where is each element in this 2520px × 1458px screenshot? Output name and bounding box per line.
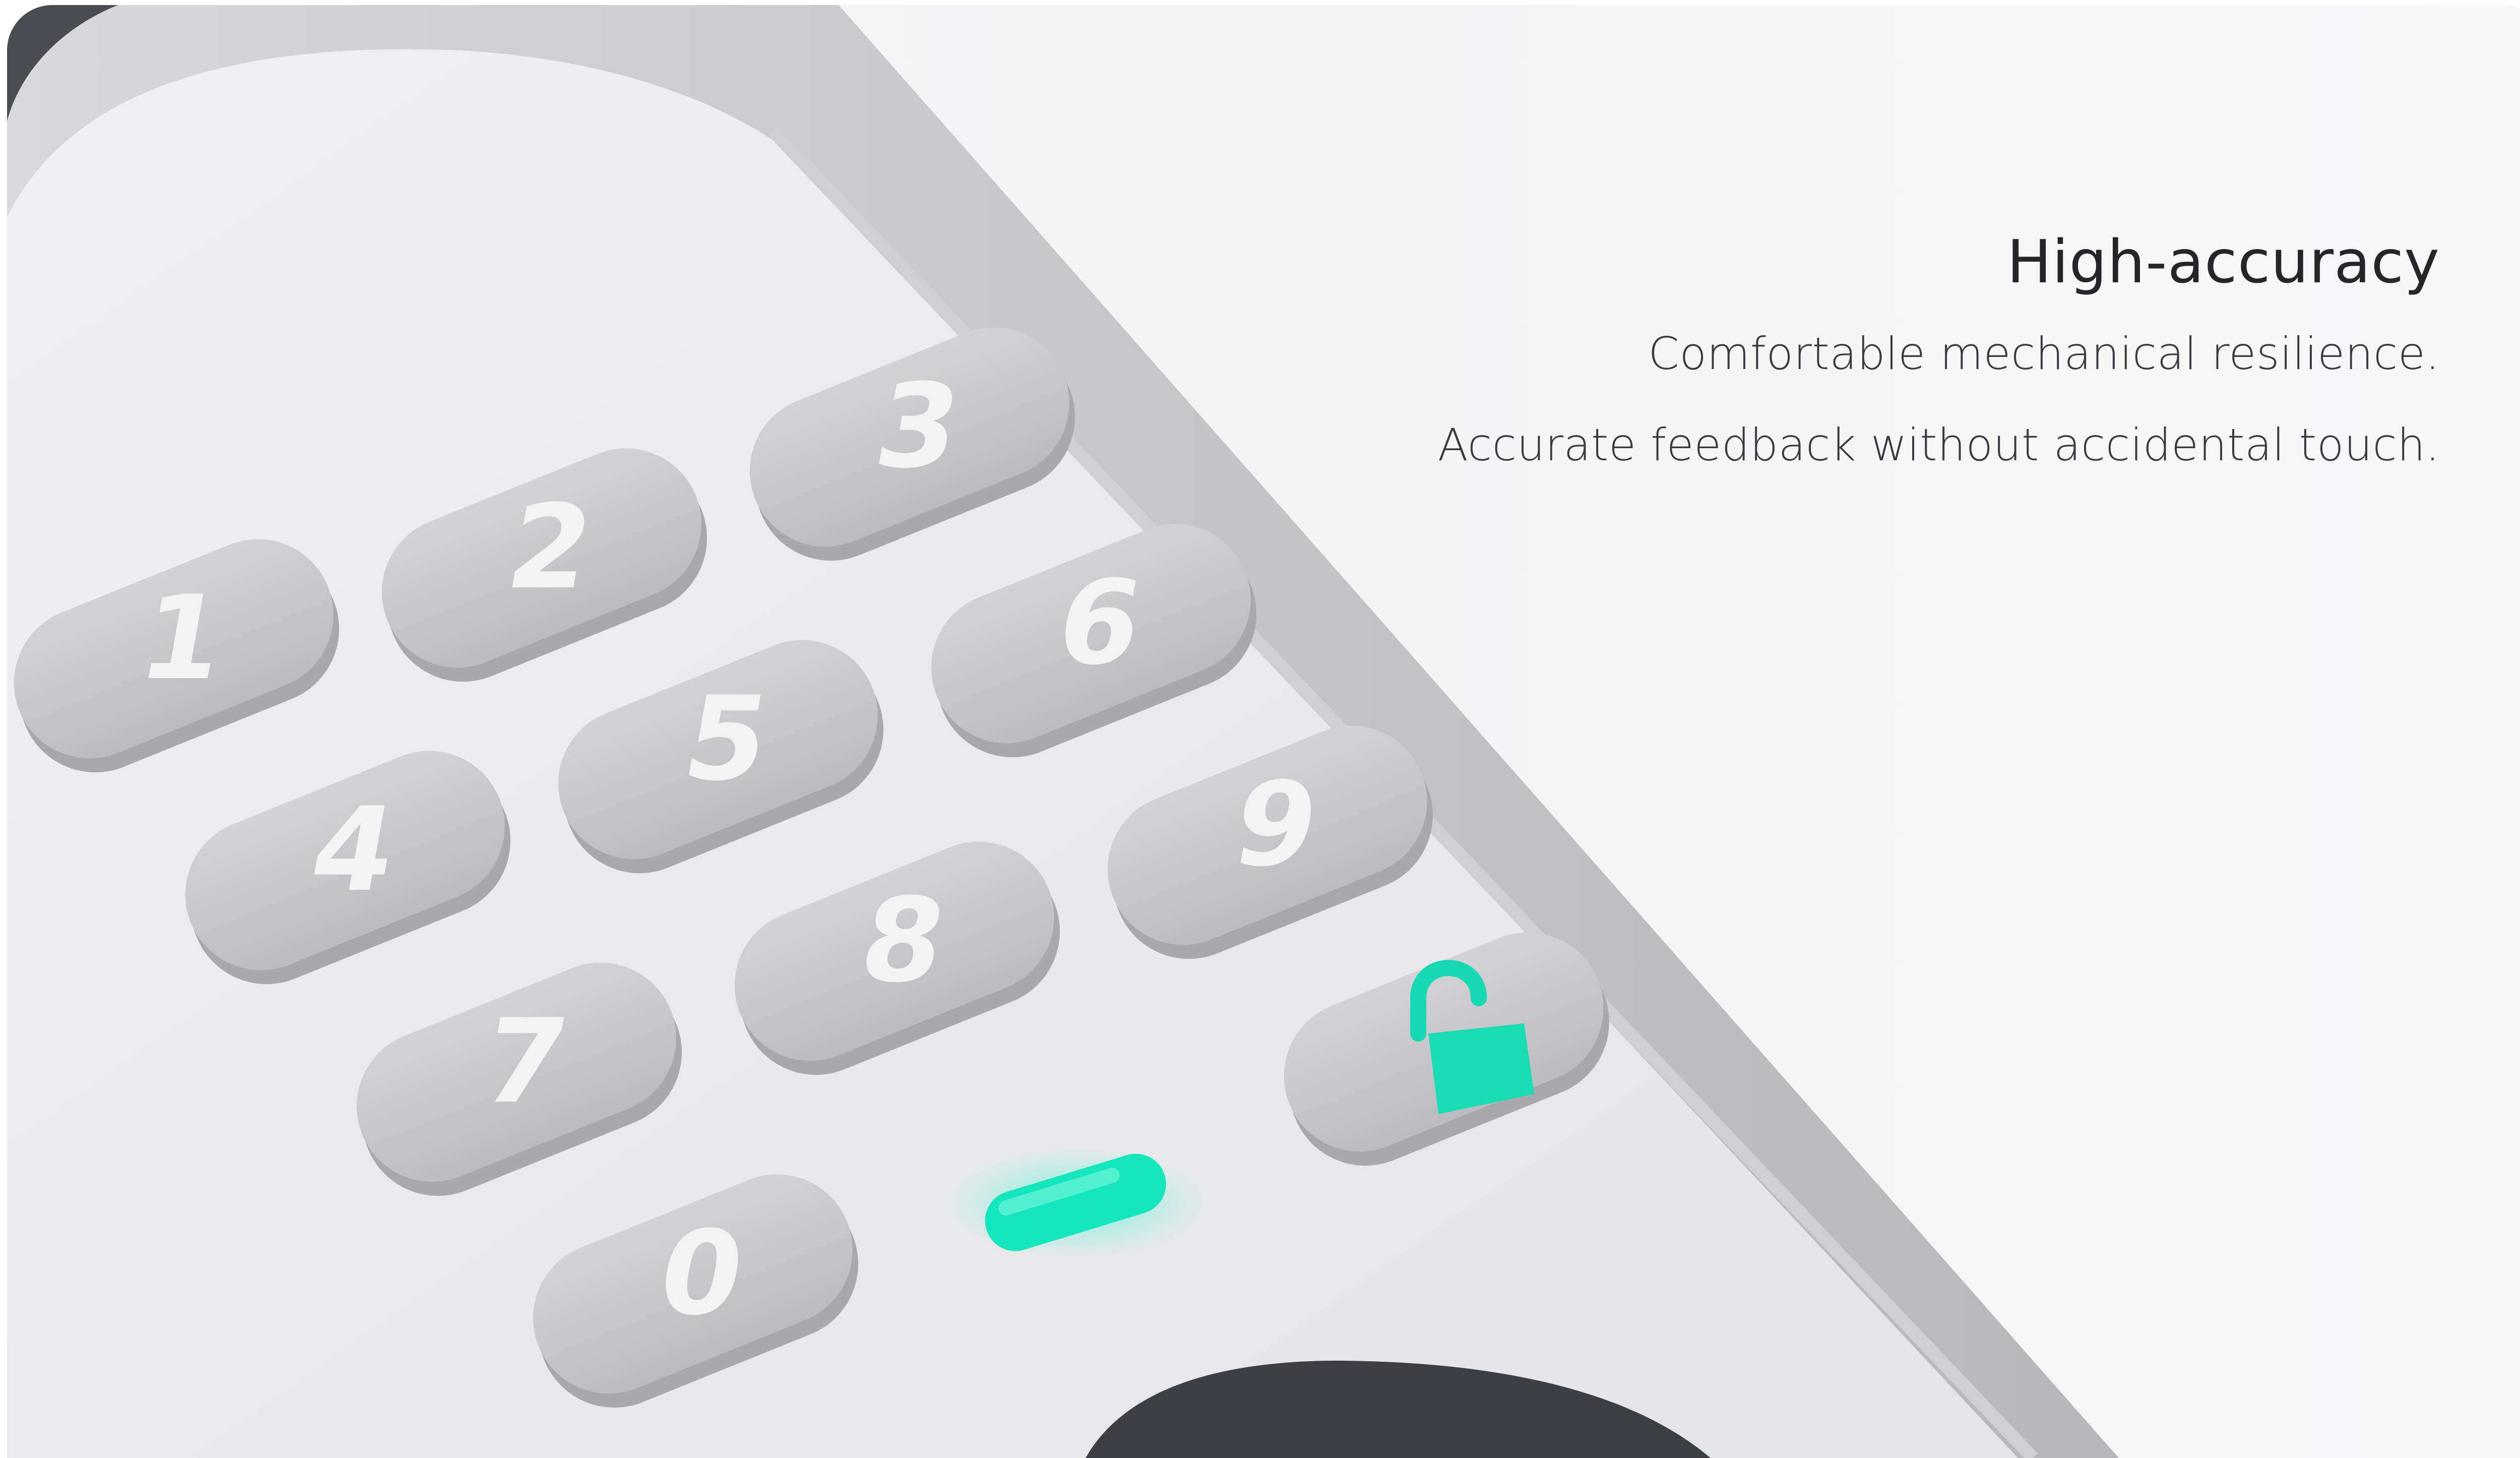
product-feature-card: 1 2 3 4 5 6 7 8 9 0 High-accuracy Comfor… [7, 5, 2520, 1458]
feature-headline: High-accuracy [2006, 227, 2440, 296]
feature-text: High-accuracy Comfortable mechanical res… [1438, 227, 2440, 510]
keypad-device-illustration: 1 2 3 4 5 6 7 8 9 0 [7, 5, 2119, 1458]
status-indicator-light [944, 1147, 1207, 1258]
feature-line-1: Comfortable mechanical resilience. [1648, 328, 2440, 380]
feature-line-2: Accurate feedback without accidental tou… [1437, 419, 2440, 471]
